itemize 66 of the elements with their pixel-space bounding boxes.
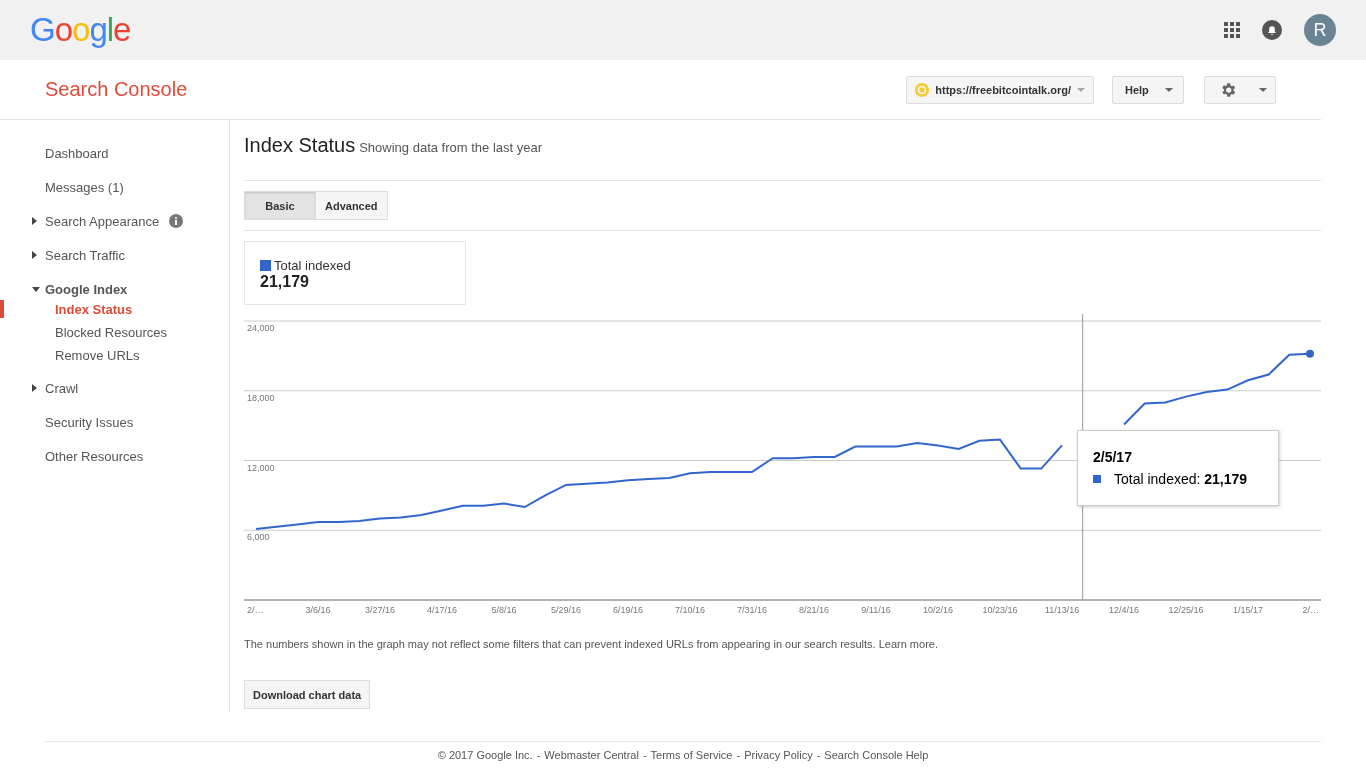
x-axis-label: 2/… [247,605,264,615]
footer-separator: - [536,749,541,761]
x-axis-label: 5/29/16 [551,605,581,615]
chart-note: The numbers shown in the graph may not reflect some filters that can prevent indexed URLs from appearing in our search results. Learn more. [244,638,939,650]
x-axis-label: 9/11/16 [861,605,891,615]
sidebar-item[interactable]: Crawl [45,380,79,396]
x-axis-label: 8/21/16 [799,605,829,615]
sidebar-item[interactable]: Dashboard [45,145,109,161]
x-axis-label: 12/4/16 [1109,605,1139,615]
data-point-marker[interactable] [1306,349,1314,358]
x-axis-label: 10/2/16 [923,605,953,615]
y-axis-label: 18,000 [247,392,275,403]
x-axis-label: 2/… [1302,605,1319,615]
coin-icon [915,82,930,97]
selection-indicator [0,300,4,318]
tooltip-date: 2/5/17 [1093,449,1133,465]
page-title: Index Status [244,134,356,157]
sidebar-item[interactable]: Google Index [45,281,128,297]
footer-link[interactable]: Terms of Service [650,749,733,761]
sidebar-item[interactable]: Messages (1) [45,179,124,195]
y-axis-label: 24,000 [247,323,275,333]
view-tab[interactable]: Basic [244,191,316,220]
settings-button[interactable] [1204,75,1276,104]
caret-icon [1259,87,1267,92]
footer-separator: - [816,749,821,761]
site-selector[interactable]: https://freebitcointalk.org/ [906,75,1094,104]
sidebar-item[interactable]: Security Issues [45,414,134,430]
x-axis-label: 11/13/16 [1044,605,1080,615]
x-axis-label: 3/6/16 [305,605,331,615]
sidebar-item[interactable]: Search Appearance [45,213,160,229]
notification-bell-icon[interactable] [1262,20,1282,40]
x-axis-label: 3/27/16 [365,605,395,615]
sidebar-subitem[interactable]: Blocked Resources [55,325,167,340]
help-button[interactable]: Help [1112,75,1184,104]
sidebar-item[interactable]: Other Resources [45,448,144,464]
avatar[interactable]: R [1304,14,1336,46]
copyright-text: © 2017 Google Inc. [437,749,533,761]
download-chart-data-button[interactable]: Download chart data [244,680,371,709]
x-axis-label: 5/8/16 [491,605,517,615]
x-axis-label: 4/17/16 [427,605,457,615]
sidebar-item[interactable]: Search Traffic [45,247,125,263]
x-axis-label: 7/31/16 [737,605,767,615]
page-subtitle: Showing data from the last year [359,140,542,155]
sidebar-subitem[interactable]: Index Status [55,302,133,317]
x-axis-label: 12/25/16 [1168,605,1204,615]
legend-label: Total indexed [274,258,351,273]
x-axis-label: 6/19/16 [613,605,643,615]
x-axis-label: 7/10/16 [675,605,705,615]
caret-icon [1165,87,1173,92]
legend-value: 21,179 [260,273,310,291]
x-axis-label: 1/15/17 [1233,605,1263,615]
caret-icon [1077,87,1085,92]
apps-grid-icon[interactable] [1224,22,1240,38]
footer-link[interactable]: Search Console Help [824,749,929,761]
x-axis-label: 10/23/16 [982,605,1018,615]
y-axis-label: 6,000 [247,532,270,543]
footer-link[interactable]: Webmaster Central [544,749,639,761]
tooltip-value: Total indexed: 21,179 [1114,471,1248,487]
sidebar-subitem[interactable]: Remove URLs [55,348,140,363]
footer-separator: - [736,749,741,761]
footer-separator: - [642,749,647,761]
view-tab[interactable]: Advanced [315,191,388,220]
search-console-title[interactable]: Search Console [45,78,907,101]
y-axis-label: 12,000 [247,462,275,473]
footer-link[interactable]: Privacy Policy [744,749,813,761]
learn-more-link[interactable]: Learn more. [878,638,938,650]
